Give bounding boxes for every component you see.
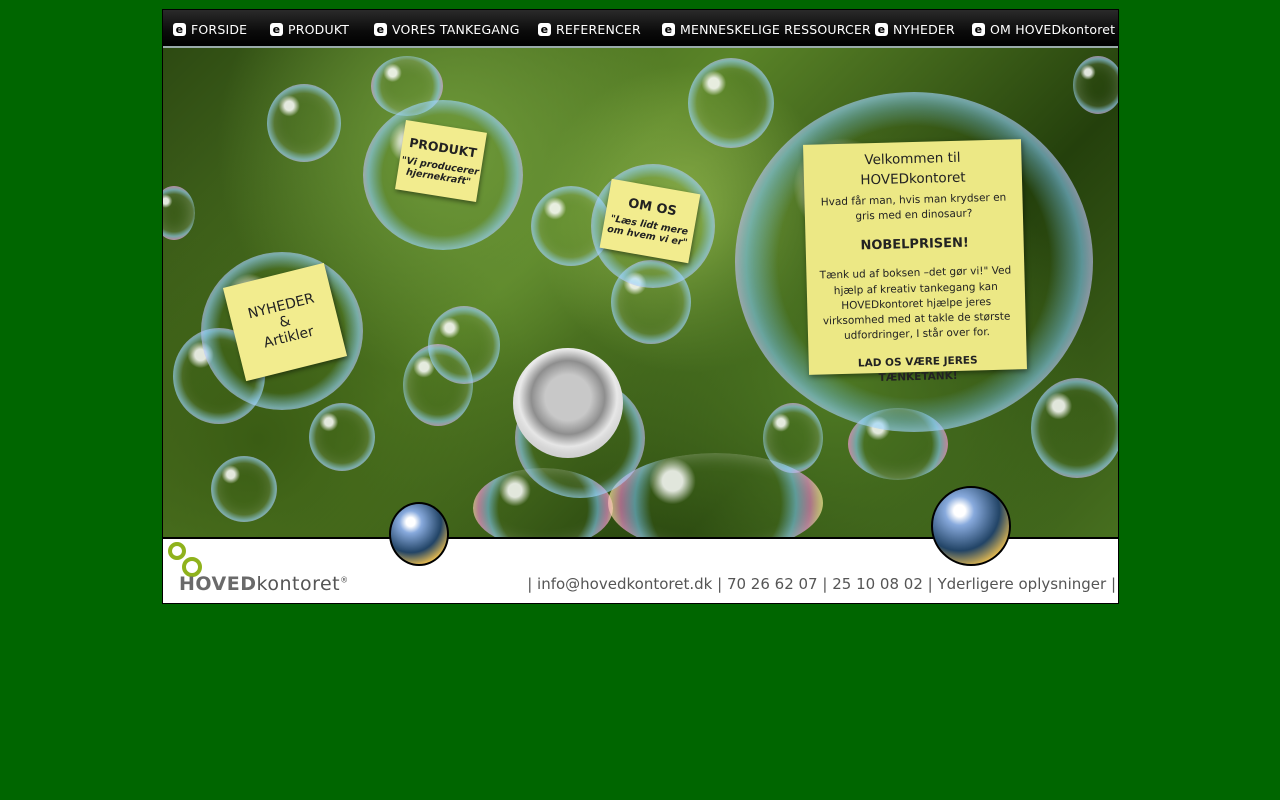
nav-item-label: REFERENCER xyxy=(556,21,641,37)
welcome-cta: LAD OS VÆRE JERES TÆNKETANK! xyxy=(857,353,978,384)
welcome-answer: NOBELPRISEN! xyxy=(860,235,970,253)
bubble-decoration xyxy=(931,486,1011,566)
nav-item-forside[interactable]: e FORSIDE xyxy=(173,20,247,38)
bubble-decoration xyxy=(428,306,500,384)
hovedkontoret-logo[interactable]: HOVEDkontoret® xyxy=(167,541,367,597)
separator: | xyxy=(527,575,533,593)
site-frame: e FORSIDE e PRODUKT e VORES TANKEGANG e … xyxy=(162,9,1119,604)
separator: | xyxy=(927,575,933,593)
contact-bar: | info@hovedkontoret.dk | 70 26 62 07 | … xyxy=(527,575,1116,593)
einstein-image xyxy=(513,348,623,458)
bubble-decoration xyxy=(1073,56,1118,114)
welcome-title: Velkommen til HOVEDkontoret xyxy=(860,149,966,188)
more-info-link[interactable]: Yderligere oplysninger xyxy=(938,575,1107,593)
bubble-decoration xyxy=(163,186,195,240)
bubble-decoration xyxy=(211,456,277,522)
separator: | xyxy=(822,575,828,593)
bubble-decoration xyxy=(309,403,375,471)
e-logo-icon: e xyxy=(875,22,888,36)
hero-banner: PRODUKT "Vi producerer hjernekraft" OM O… xyxy=(163,48,1118,537)
nav-item-produkt[interactable]: e PRODUKT xyxy=(270,20,349,38)
produkt-note[interactable]: PRODUKT "Vi producerer hjernekraft" xyxy=(395,120,487,202)
logo-text: HOVEDkontoret® xyxy=(179,573,349,595)
nav-item-nyheder[interactable]: e NYHEDER xyxy=(875,20,955,38)
email-link[interactable]: info@hovedkontoret.dk xyxy=(537,575,712,593)
bubble-decoration xyxy=(389,502,449,566)
main-nav: e FORSIDE e PRODUKT e VORES TANKEGANG e … xyxy=(163,10,1118,48)
bubble-decoration xyxy=(688,58,774,148)
phone-1: 70 26 62 07 xyxy=(726,575,818,593)
e-logo-icon: e xyxy=(374,22,387,36)
e-logo-icon: e xyxy=(538,22,551,36)
nav-item-label: OM HOVEDkontoret xyxy=(990,21,1116,37)
bubble-decoration xyxy=(1031,378,1118,478)
e-logo-icon: e xyxy=(270,22,283,36)
separator: | xyxy=(717,575,723,593)
nav-item-label: PRODUKT xyxy=(288,21,350,37)
nav-item-referencer[interactable]: e REFERENCER xyxy=(538,20,641,38)
nav-item-label: FORSIDE xyxy=(191,21,248,37)
e-logo-icon: e xyxy=(662,22,675,36)
logo-bold: HOVED xyxy=(179,573,257,595)
nav-item-menneskelige-ressourcer[interactable]: e MENNESKELIGE RESSOURCER xyxy=(662,20,871,38)
nav-item-om-hovedkontoret[interactable]: e OM HOVEDkontoret xyxy=(972,20,1115,38)
logo-mark: ® xyxy=(340,575,349,585)
nav-item-label: NYHEDER xyxy=(893,21,955,37)
nav-item-vores-tankegang[interactable]: e VORES TANKEGANG xyxy=(374,20,520,38)
welcome-note: Velkommen til HOVEDkontoret Hvad får man… xyxy=(803,139,1027,384)
logo-rest: kontoret xyxy=(256,573,341,595)
bubble-decoration xyxy=(267,84,341,162)
welcome-question: Hvad får man, hvis man krydser en gris m… xyxy=(820,191,1007,223)
e-logo-icon: e xyxy=(173,22,186,36)
produkt-note-subtitle: "Vi producerer hjernekraft" xyxy=(400,154,480,188)
nav-item-label: VORES TANKEGANG xyxy=(392,21,520,37)
separator: | xyxy=(1110,575,1116,593)
phone-2: 25 10 08 02 xyxy=(832,575,923,593)
nav-item-label: MENNESKELIGE RESSOURCER xyxy=(680,21,871,37)
e-logo-icon: e xyxy=(972,22,985,36)
welcome-body: Tænk ud af boksen –det gør vi!" Ved hjæl… xyxy=(819,264,1012,343)
